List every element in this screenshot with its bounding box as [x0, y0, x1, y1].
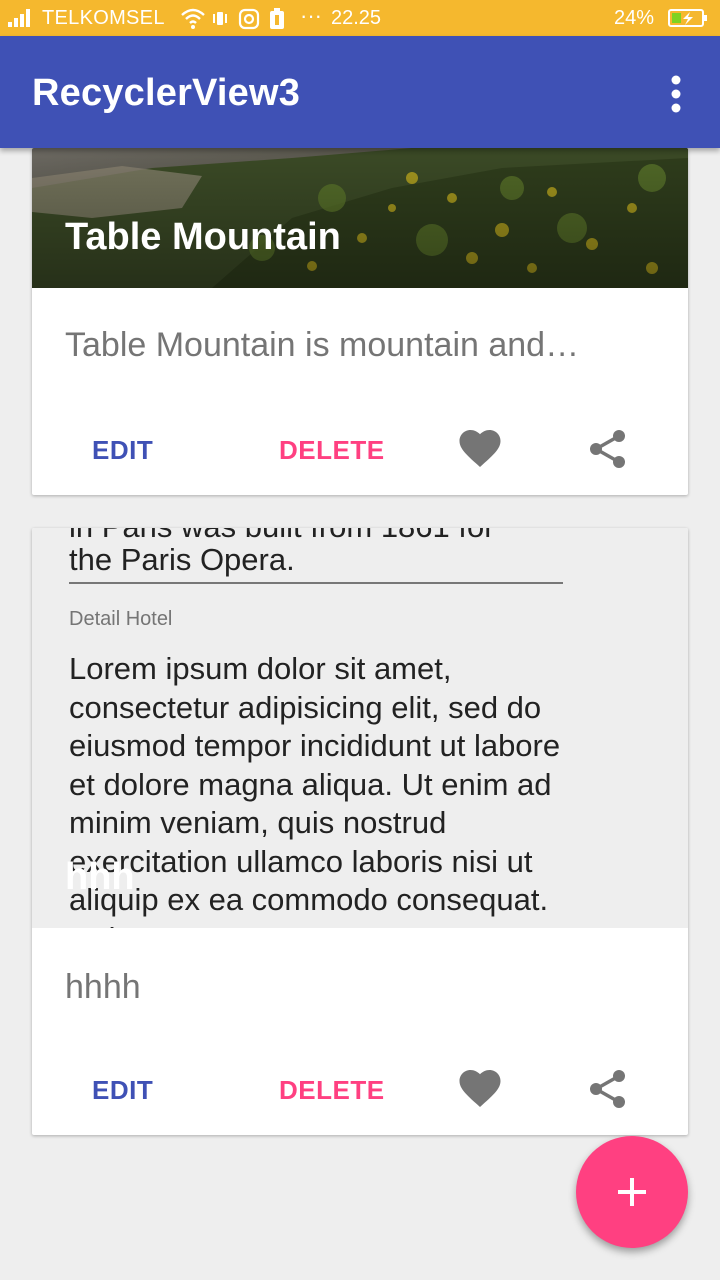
clock: 22.25	[331, 7, 382, 29]
vibrate-icon	[213, 12, 227, 25]
heart-icon[interactable]	[459, 430, 501, 468]
overflow-dots: ···	[300, 3, 322, 28]
status-icons	[181, 8, 284, 30]
card-description: hhhh	[65, 968, 141, 1006]
delete-button[interactable]: DELETE	[279, 1075, 385, 1106]
text-underline	[69, 582, 563, 584]
paris-text: the Paris Opera.	[69, 542, 295, 577]
wifi-icon	[181, 8, 205, 24]
edit-button[interactable]: EDIT	[92, 435, 153, 466]
share-icon[interactable]	[588, 1069, 628, 1109]
more-vert-icon[interactable]	[660, 70, 692, 118]
delete-button[interactable]: DELETE	[279, 435, 385, 466]
place-card[interactable]: Table Mountain Table Mountain is mountai…	[32, 148, 688, 495]
card-title: Table Mountain	[65, 216, 341, 258]
place-card[interactable]: in Paris was built from 1861 for the Par…	[32, 528, 688, 1135]
app-title: RecyclerView3	[32, 72, 301, 114]
card-title: hhh	[65, 856, 135, 898]
instagram-icon	[238, 8, 260, 30]
share-icon[interactable]	[588, 429, 628, 469]
app-bar: RecyclerView3	[0, 36, 720, 148]
signal-icon	[8, 9, 30, 27]
place-image: in Paris was built from 1861 for the Par…	[32, 528, 688, 928]
card-description: Table Mountain is mountain and…	[65, 326, 580, 364]
add-fab-button[interactable]	[576, 1136, 688, 1248]
add-icon	[618, 1178, 646, 1206]
carrier-name: TELKOMSEL	[42, 7, 165, 29]
battery-icon	[668, 9, 707, 27]
place-image: Table Mountain	[32, 148, 688, 288]
battery-saver-icon	[270, 8, 284, 29]
heart-icon[interactable]	[459, 1070, 501, 1108]
battery-percent: 24%	[614, 7, 655, 29]
lorem-text: Lorem ipsum dolor sit amet, consectetur …	[69, 651, 561, 928]
detail-label: Detail Hotel	[69, 608, 173, 630]
status-bar: TELKOMSEL ··· 22.25 24%	[0, 0, 720, 36]
edit-button[interactable]: EDIT	[92, 1075, 153, 1106]
